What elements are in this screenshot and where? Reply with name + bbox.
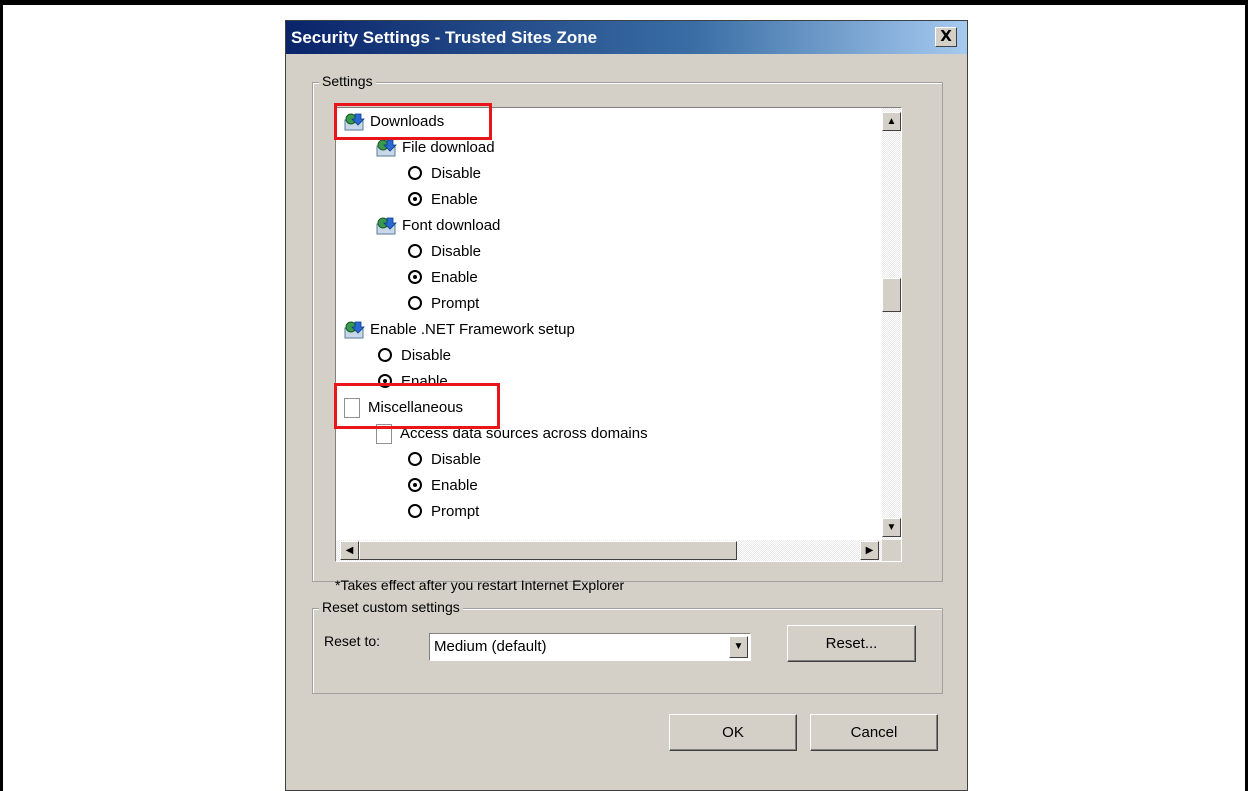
reset-to-label: Reset to: bbox=[324, 633, 381, 649]
reset-group-label: Reset custom settings bbox=[319, 599, 463, 615]
downloads-highlight-box bbox=[334, 103, 492, 140]
tree-item-label: Enable bbox=[431, 191, 478, 208]
scroll-up-button[interactable]: ▲ bbox=[882, 112, 901, 131]
radio-selected-icon[interactable] bbox=[408, 478, 422, 493]
close-button[interactable]: X bbox=[935, 27, 957, 47]
scrollbar-corner bbox=[882, 540, 901, 561]
horizontal-scroll-thumb[interactable] bbox=[359, 541, 737, 560]
radio-unselected-icon[interactable] bbox=[408, 244, 422, 259]
tree-item-label: Enable bbox=[431, 477, 478, 494]
vertical-scroll-thumb[interactable] bbox=[882, 278, 901, 312]
radio-unselected-icon[interactable] bbox=[378, 348, 392, 363]
restart-note: *Takes effect after you restart Internet… bbox=[335, 577, 625, 593]
tree-item-label: Prompt bbox=[431, 503, 480, 520]
tree-item-label: Enable .NET Framework setup bbox=[370, 321, 575, 338]
download-icon bbox=[376, 216, 398, 236]
vertical-scrollbar[interactable]: ▲ ▼ bbox=[882, 108, 901, 540]
dialog-title: Security Settings - Trusted Sites Zone bbox=[291, 28, 598, 47]
close-icon: X bbox=[940, 27, 952, 45]
scroll-left-button[interactable]: ◀ bbox=[340, 541, 359, 560]
security-settings-dialog: Security Settings - Trusted Sites Zone X… bbox=[285, 20, 968, 791]
radio-selected-icon[interactable] bbox=[408, 270, 422, 285]
tree-setting: Font download bbox=[376, 214, 500, 238]
tree-option[interactable]: Enable bbox=[408, 266, 478, 290]
tree-setting: Enable .NET Framework setup bbox=[344, 318, 575, 342]
radio-unselected-icon[interactable] bbox=[408, 504, 422, 519]
ok-button[interactable]: OK bbox=[669, 714, 797, 751]
title-bar: Security Settings - Trusted Sites Zone X bbox=[286, 21, 967, 54]
cancel-button[interactable]: Cancel bbox=[810, 714, 938, 751]
tree-item-label: Disable bbox=[401, 347, 452, 364]
horizontal-scrollbar[interactable]: ◀ ▶ bbox=[336, 540, 882, 561]
settings-group-label: Settings bbox=[319, 73, 376, 89]
tree-option[interactable]: Disable bbox=[408, 240, 481, 264]
reset-level-value: Medium (default) bbox=[434, 638, 547, 655]
tree-option[interactable]: Prompt bbox=[408, 500, 479, 524]
tree-item-label: Prompt bbox=[431, 295, 480, 312]
tree-option[interactable]: Enable bbox=[408, 474, 478, 498]
scroll-right-button[interactable]: ▶ bbox=[860, 541, 879, 560]
chevron-down-icon[interactable]: ▼ bbox=[729, 636, 748, 658]
tree-option[interactable]: Enable bbox=[408, 188, 478, 212]
download-icon bbox=[344, 320, 366, 340]
radio-unselected-icon[interactable] bbox=[408, 452, 422, 467]
tree-item-label: Enable bbox=[431, 269, 478, 286]
tree-item-label: Disable bbox=[431, 243, 482, 260]
tree-item-label: Disable bbox=[431, 451, 482, 468]
tree-item-label: File download bbox=[402, 139, 495, 156]
reset-button[interactable]: Reset... bbox=[787, 625, 916, 662]
tree-option[interactable]: Disable bbox=[378, 344, 451, 368]
tree-item-label: Disable bbox=[431, 165, 482, 182]
radio-unselected-icon[interactable] bbox=[408, 296, 422, 311]
download-icon bbox=[376, 138, 398, 158]
miscellaneous-highlight-box bbox=[334, 383, 500, 429]
tree-option[interactable]: Prompt bbox=[408, 292, 479, 316]
settings-tree: Downloads File download Disable Enable Font … bbox=[336, 108, 882, 540]
scroll-down-button[interactable]: ▼ bbox=[882, 518, 901, 537]
settings-listbox[interactable]: Downloads File download Disable Enable Font … bbox=[335, 107, 902, 562]
tree-item-label: Font download bbox=[402, 217, 501, 234]
tree-option[interactable]: Disable bbox=[408, 162, 481, 186]
tree-option[interactable]: Disable bbox=[408, 448, 481, 472]
reset-level-dropdown[interactable]: Medium (default) ▼ bbox=[429, 633, 751, 661]
radio-selected-icon[interactable] bbox=[408, 192, 422, 207]
radio-unselected-icon[interactable] bbox=[408, 166, 422, 181]
